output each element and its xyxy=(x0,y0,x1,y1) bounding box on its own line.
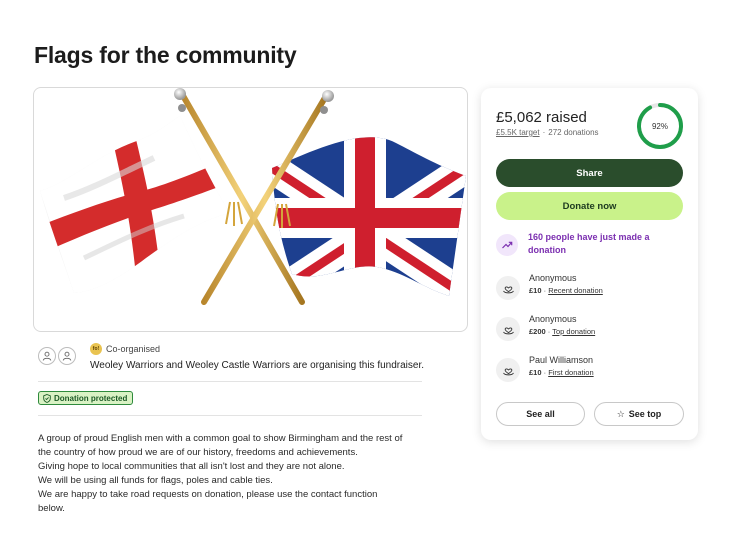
donor-item: Anonymous £10 · Recent donation xyxy=(496,273,686,303)
avatar[interactable] xyxy=(38,347,56,365)
see-top-label: See top xyxy=(628,409,662,419)
donor-name: Anonymous xyxy=(529,273,577,283)
target-link[interactable]: £5.5K target xyxy=(496,128,540,137)
person-icon xyxy=(42,351,52,361)
description-line: Giving hope to local communities that al… xyxy=(38,461,345,473)
donor-meta: £10 · First donation xyxy=(529,368,594,377)
share-button[interactable]: Share xyxy=(496,159,683,187)
recent-activity-notice: 160 people have just made a donation xyxy=(496,230,686,260)
donation-card: £5,062 raised £5.5K target · 272 donations… xyxy=(481,88,698,440)
co-organised-label: Co-organised xyxy=(106,344,161,354)
heart-hand-icon xyxy=(496,317,520,341)
description-line: We will be using all funds for flags, po… xyxy=(38,475,273,487)
page-title: Flags for the community xyxy=(34,42,297,68)
see-all-button[interactable]: See all xyxy=(496,402,585,426)
divider xyxy=(38,415,422,416)
fundraiser-description: A group of proud English men with a comm… xyxy=(38,432,438,517)
avatar[interactable] xyxy=(58,347,76,365)
donor-item: Paul Williamson £10 · First donation xyxy=(496,355,686,385)
donation-protected-label: Donation protected xyxy=(54,393,128,403)
divider xyxy=(38,381,422,382)
target-row: £5.5K target · 272 donations xyxy=(496,128,599,137)
description-line: below. xyxy=(38,503,65,515)
co-organised-row: fo! Co-organised xyxy=(90,343,160,355)
donor-amount: £10 xyxy=(529,368,542,377)
recent-activity-text: 160 people have just made a donation xyxy=(528,232,650,255)
donor-name: Paul Williamson xyxy=(529,355,594,365)
co-organised-badge-icon: fo! xyxy=(90,343,102,355)
hero-image xyxy=(33,87,468,332)
progress-percent: 92% xyxy=(651,121,668,131)
donor-name: Anonymous xyxy=(529,314,577,324)
star-icon: ☆ xyxy=(616,408,625,419)
see-top-button[interactable]: ☆ See top xyxy=(594,402,684,426)
trending-up-icon xyxy=(496,234,518,256)
amount-raised: £5,062 raised xyxy=(496,109,587,126)
heart-hand-icon xyxy=(496,358,520,382)
donor-item: Anonymous £200 · Top donation xyxy=(496,314,686,344)
description-line: We are happy to take road requests on do… xyxy=(38,489,378,501)
donor-amount: £200 xyxy=(529,327,546,336)
organiser-section: fo! Co-organised Weoley Warriors and Weo… xyxy=(38,342,428,378)
heart-hand-icon xyxy=(496,276,520,300)
person-icon xyxy=(62,351,72,361)
donation-type-link[interactable]: Recent donation xyxy=(548,286,603,295)
organiser-text: Weoley Warriors and Weoley Castle Warrio… xyxy=(90,360,425,371)
donations-count: 272 donations xyxy=(548,128,599,137)
crossed-flags-illustration xyxy=(40,88,466,305)
donation-protected-badge[interactable]: Donation protected xyxy=(38,391,134,405)
donation-type-link[interactable]: First donation xyxy=(548,368,593,377)
donor-amount: £10 xyxy=(529,286,542,295)
shield-icon xyxy=(43,393,51,403)
organiser-avatars xyxy=(38,347,78,365)
donor-meta: £10 · Recent donation xyxy=(529,286,603,295)
donation-type-link[interactable]: Top donation xyxy=(552,327,595,336)
donate-now-button[interactable]: Donate now xyxy=(496,192,683,220)
donor-meta: £200 · Top donation xyxy=(529,327,595,336)
description-line: A group of proud English men with a comm… xyxy=(38,433,403,444)
separator-dot: · xyxy=(542,128,546,137)
description-line: the country of how proud we are of our h… xyxy=(38,447,358,459)
